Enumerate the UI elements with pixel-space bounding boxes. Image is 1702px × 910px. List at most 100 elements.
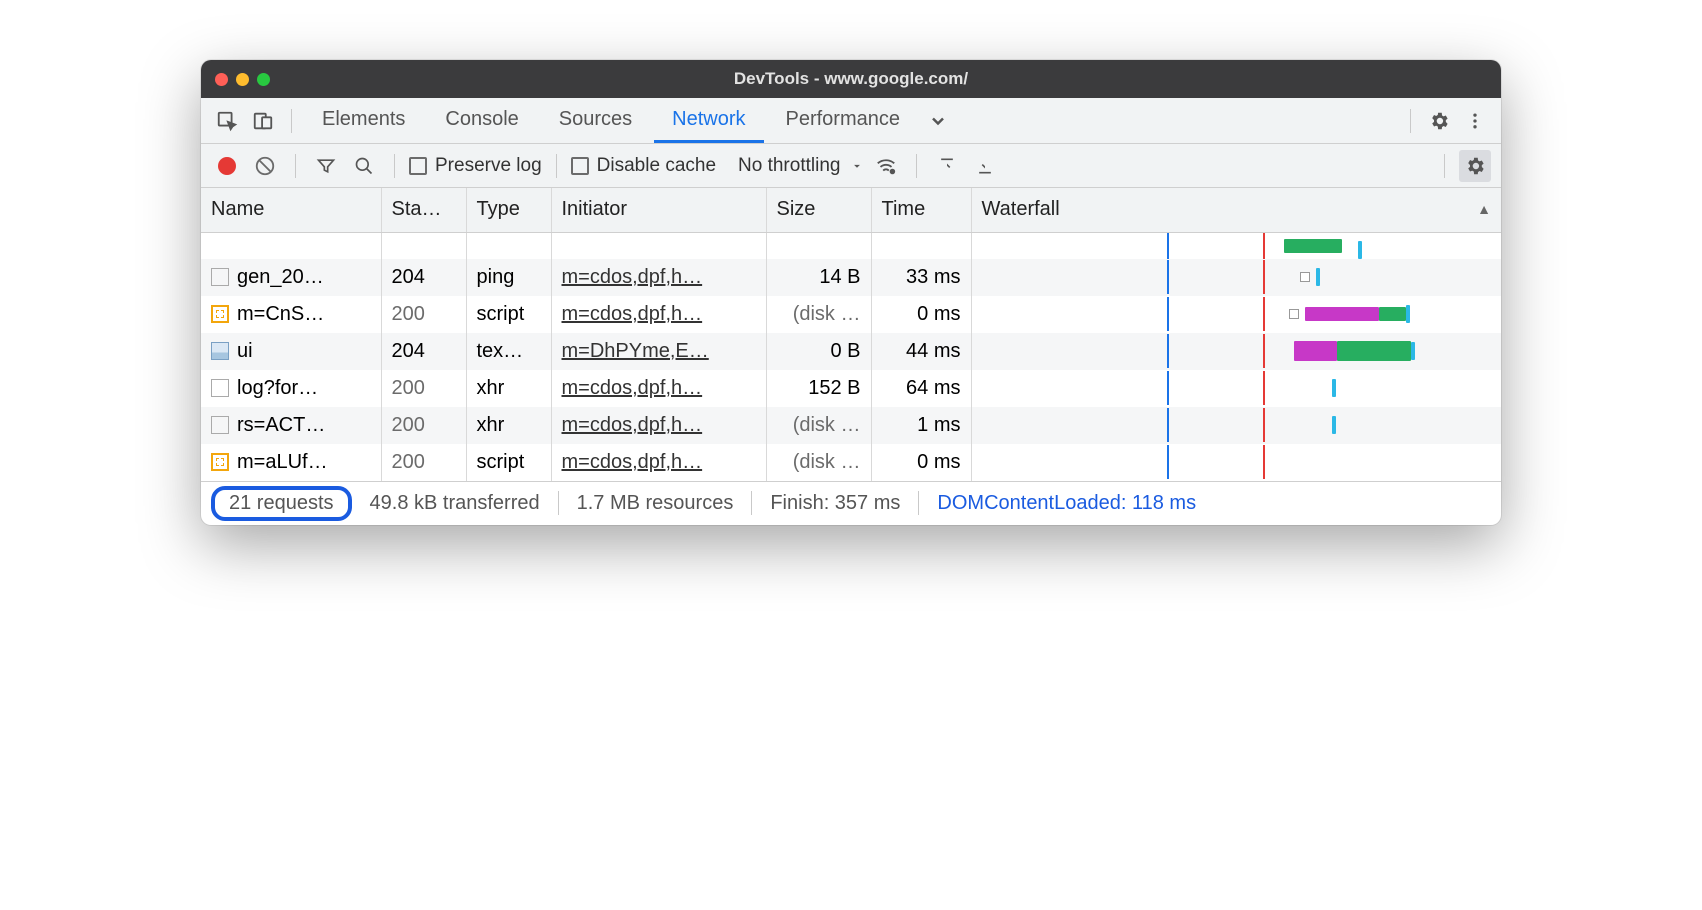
request-type: xhr [466, 407, 551, 444]
request-status: 200 [381, 370, 466, 407]
domcontentloaded-line [1167, 334, 1169, 368]
domcontentloaded-line [1167, 297, 1169, 331]
request-time: 64 ms [871, 370, 971, 407]
request-time: 0 ms [871, 444, 971, 481]
record-button[interactable] [211, 150, 243, 182]
column-header-status[interactable]: Sta… [381, 188, 466, 232]
load-line [1263, 445, 1265, 479]
column-header-type[interactable]: Type [466, 188, 551, 232]
request-name: m=aLUf… [237, 451, 328, 474]
request-type: xhr [466, 370, 551, 407]
column-header-time[interactable]: Time [871, 188, 971, 232]
load-line [1263, 233, 1265, 259]
request-size: 14 B [766, 259, 871, 296]
tab-console[interactable]: Console [427, 98, 536, 143]
network-toolbar: Preserve log Disable cache No throttling [201, 144, 1501, 188]
domcontentloaded-line [1167, 260, 1169, 294]
request-size: (disk … [766, 296, 871, 333]
column-header-size[interactable]: Size [766, 188, 871, 232]
image-file-icon [211, 342, 229, 360]
settings-gear-icon[interactable] [1423, 105, 1455, 137]
domcontentloaded-time: DOMContentLoaded: 118 ms [919, 492, 1214, 515]
divider [1410, 109, 1411, 133]
request-initiator[interactable]: m=cdos,dpf,h… [551, 407, 766, 444]
domcontentloaded-line [1167, 445, 1169, 479]
tab-performance[interactable]: Performance [768, 98, 919, 143]
document-file-icon [211, 379, 229, 397]
table-row[interactable]: ui204tex…m=DhPYme,E…0 B44 ms [201, 333, 1501, 370]
devtools-tabbar: Elements Console Sources Network Perform… [201, 98, 1501, 144]
export-har-icon[interactable] [969, 150, 1001, 182]
request-initiator[interactable]: m=DhPYme,E… [551, 333, 766, 370]
tab-sources[interactable]: Sources [541, 98, 650, 143]
request-status: 204 [381, 333, 466, 370]
script-file-icon [211, 453, 229, 471]
throttling-select[interactable]: No throttling [738, 155, 864, 177]
minimize-window-button[interactable] [236, 73, 249, 86]
request-time: 0 ms [871, 296, 971, 333]
waterfall-bar [1332, 379, 1336, 397]
divider [291, 109, 292, 133]
request-status: 200 [381, 444, 466, 481]
search-icon[interactable] [348, 150, 380, 182]
waterfall-bar [1332, 416, 1336, 434]
waterfall-bar [1358, 241, 1362, 259]
device-toolbar-icon[interactable] [247, 105, 279, 137]
request-status: 200 [381, 296, 466, 333]
request-initiator[interactable]: m=cdos,dpf,h… [551, 296, 766, 333]
throttling-label: No throttling [738, 155, 840, 177]
load-line [1263, 297, 1265, 331]
divider [394, 154, 395, 178]
request-initiator[interactable]: m=cdos,dpf,h… [551, 259, 766, 296]
table-row[interactable]: m=CnS…200scriptm=cdos,dpf,h…(disk …0 ms [201, 296, 1501, 333]
filter-icon[interactable] [310, 150, 342, 182]
script-file-icon [211, 305, 229, 323]
load-line [1263, 260, 1265, 294]
transferred-size: 49.8 kB transferred [352, 492, 558, 515]
disable-cache-label: Disable cache [597, 155, 716, 177]
divider [295, 154, 296, 178]
close-window-button[interactable] [215, 73, 228, 86]
tab-elements[interactable]: Elements [304, 98, 423, 143]
waterfall-overview-row [201, 232, 1501, 259]
inspect-element-icon[interactable] [211, 105, 243, 137]
table-row[interactable]: gen_20…204pingm=cdos,dpf,h…14 B33 ms [201, 259, 1501, 296]
request-name: gen_20… [237, 266, 324, 289]
waterfall-bar [1284, 239, 1342, 253]
disable-cache-checkbox[interactable]: Disable cache [571, 155, 716, 177]
more-tabs-icon[interactable] [922, 105, 954, 137]
waterfall-marker [1289, 309, 1299, 319]
request-size: 152 B [766, 370, 871, 407]
network-conditions-icon[interactable] [870, 150, 902, 182]
clear-icon[interactable] [249, 150, 281, 182]
waterfall-bar [1337, 341, 1411, 361]
import-har-icon[interactable] [931, 150, 963, 182]
table-row[interactable]: rs=ACT…200xhrm=cdos,dpf,h…(disk …1 ms [201, 407, 1501, 444]
request-name: ui [237, 340, 253, 363]
request-time: 33 ms [871, 259, 971, 296]
load-line [1263, 371, 1265, 405]
column-header-waterfall[interactable]: Waterfall ▲ [971, 188, 1501, 232]
domcontentloaded-line [1167, 371, 1169, 405]
request-size: (disk … [766, 444, 871, 481]
window-title: DevTools - www.google.com/ [201, 69, 1501, 89]
finish-time: Finish: 357 ms [752, 492, 918, 515]
request-size: (disk … [766, 407, 871, 444]
load-line [1263, 334, 1265, 368]
zoom-window-button[interactable] [257, 73, 270, 86]
request-type: tex… [466, 333, 551, 370]
kebab-menu-icon[interactable] [1459, 105, 1491, 137]
tab-network[interactable]: Network [654, 98, 763, 143]
divider [556, 154, 557, 178]
network-settings-gear-icon[interactable] [1459, 150, 1491, 182]
waterfall-bar [1316, 268, 1320, 286]
column-header-initiator[interactable]: Initiator [551, 188, 766, 232]
network-requests-table: Name Sta… Type Initiator Size Time Water… [201, 188, 1501, 481]
table-row[interactable]: log?for…200xhrm=cdos,dpf,h…152 B64 ms [201, 370, 1501, 407]
request-initiator[interactable]: m=cdos,dpf,h… [551, 370, 766, 407]
column-header-name[interactable]: Name [201, 188, 381, 232]
divider [1444, 154, 1445, 178]
table-row[interactable]: m=aLUf…200scriptm=cdos,dpf,h…(disk …0 ms [201, 444, 1501, 481]
preserve-log-checkbox[interactable]: Preserve log [409, 155, 542, 177]
request-initiator[interactable]: m=cdos,dpf,h… [551, 444, 766, 481]
